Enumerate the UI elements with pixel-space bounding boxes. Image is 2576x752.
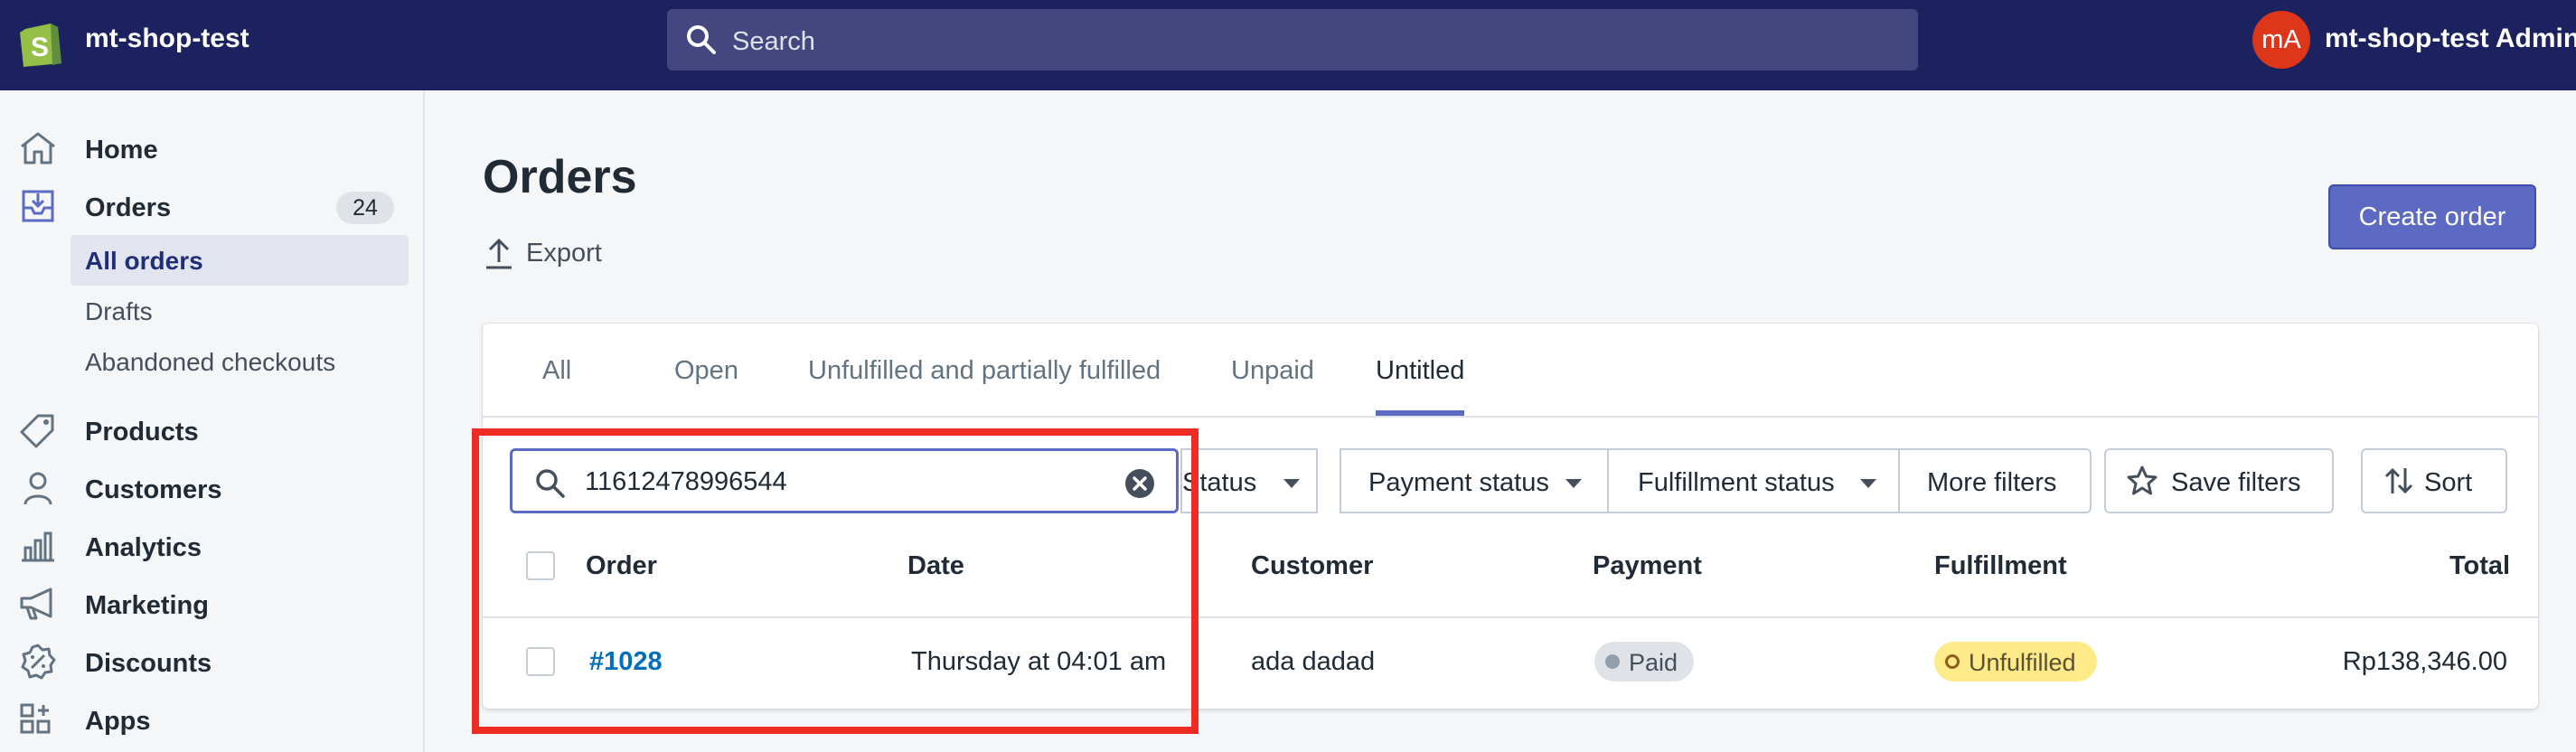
sidebar-subitem-label: All orders <box>85 247 203 275</box>
tab-open[interactable]: Open <box>674 356 738 416</box>
person-icon <box>24 472 52 505</box>
filter-label: Fulfillment status <box>1638 468 1835 497</box>
sidebar-item-label: Home <box>85 136 158 164</box>
column-header-total[interactable]: Total <box>2449 551 2510 581</box>
payment-status-badge: Paid <box>1594 642 1694 682</box>
discount-icon <box>21 644 56 680</box>
svg-text:S: S <box>31 33 49 62</box>
status-dot-icon <box>1605 654 1620 669</box>
chevron-down-icon <box>1860 479 1876 488</box>
save-filters-label: Save filters <box>2171 468 2301 497</box>
sort-icon <box>2384 467 2413 494</box>
filter-label: More filters <box>1927 468 2057 497</box>
apps-icon <box>20 703 51 734</box>
chevron-down-icon <box>1565 479 1582 488</box>
tag-icon <box>20 414 54 448</box>
sidebar-subitem-label: Abandoned checkouts <box>85 348 336 376</box>
status-filter-button[interactable]: Status <box>1180 448 1318 513</box>
save-filters-button[interactable]: Save filters <box>2104 448 2334 513</box>
fulfillment-status-badge: Unfulfilled <box>1934 642 2097 682</box>
orders-icon <box>22 190 54 222</box>
export-icon <box>486 238 512 269</box>
fulfillment-status-filter-button[interactable]: Fulfillment status <box>1607 448 1900 513</box>
sidebar-item-apps[interactable]: Apps <box>0 694 425 745</box>
sidebar-item-label: Customers <box>85 475 222 504</box>
sidebar-subitem-abandoned-checkouts[interactable]: Abandoned checkouts <box>71 336 409 387</box>
status-ring-icon <box>1945 654 1960 669</box>
sidebar-item-products[interactable]: Products <box>0 405 425 456</box>
sort-label: Sort <box>2424 468 2473 497</box>
tab-untitled[interactable]: Untitled <box>1376 356 1465 416</box>
sidebar-item-label: Discounts <box>85 649 212 678</box>
fulfillment-status-label: Unfulfilled <box>1969 649 2076 676</box>
payment-status-label: Paid <box>1629 649 1678 676</box>
sidebar-item-discounts[interactable]: Discounts <box>0 636 425 687</box>
highlight-box <box>472 428 1199 734</box>
search-icon <box>687 25 716 54</box>
star-icon <box>2127 465 2158 495</box>
tab-divider <box>483 416 2538 418</box>
shopify-logo-icon[interactable]: S <box>18 16 65 67</box>
sort-button[interactable]: Sort <box>2361 448 2507 513</box>
create-order-button[interactable]: Create order <box>2328 184 2536 249</box>
customer-name: ada dadad <box>1251 647 1376 676</box>
orders-count-badge: 24 <box>336 192 394 224</box>
top-bar: S mt-shop-test Search mA mt-shop-test Ad… <box>0 0 2576 90</box>
tab-all[interactable]: All <box>542 356 571 416</box>
sidebar-item-customers[interactable]: Customers <box>0 463 425 513</box>
sidebar-subitem-label: Drafts <box>85 297 153 325</box>
sidebar-item-home[interactable]: Home <box>0 123 425 174</box>
tab-unfulfilled[interactable]: Unfulfilled and partially fulfilled <box>808 356 1161 416</box>
sidebar-subitem-all-orders[interactable]: All orders <box>71 235 409 286</box>
admin-name[interactable]: mt-shop-test Admin <box>2325 24 2576 54</box>
search-placeholder: Search <box>732 27 815 56</box>
sidebar-item-analytics[interactable]: Analytics <box>0 521 425 571</box>
column-header-payment[interactable]: Payment <box>1593 551 1702 581</box>
shop-name[interactable]: mt-shop-test <box>85 24 249 54</box>
megaphone-icon <box>20 588 52 620</box>
bar-chart-icon <box>22 531 54 562</box>
more-filters-button[interactable]: More filters <box>1898 448 2092 513</box>
sidebar-item-label: Apps <box>85 707 151 736</box>
filter-label: Payment status <box>1368 468 1549 497</box>
export-label: Export <box>526 239 602 268</box>
column-header-customer[interactable]: Customer <box>1251 551 1373 581</box>
column-header-fulfillment[interactable]: Fulfillment <box>1934 551 2067 581</box>
sidebar-item-label: Marketing <box>85 591 209 620</box>
avatar[interactable]: mA <box>2252 11 2310 69</box>
page-title: Orders <box>483 151 637 203</box>
global-search-input[interactable]: Search <box>667 9 1918 70</box>
sidebar-item-label: Orders <box>85 193 172 222</box>
tab-unpaid[interactable]: Unpaid <box>1231 356 1314 416</box>
payment-status-filter-button[interactable]: Payment status <box>1340 448 1611 513</box>
home-icon <box>21 132 55 164</box>
chevron-down-icon <box>1283 479 1300 488</box>
sidebar-item-label: Products <box>85 418 199 446</box>
sidebar-item-label: Analytics <box>85 533 202 562</box>
order-total: Rp138,346.00 <box>2342 647 2507 676</box>
sidebar-item-marketing[interactable]: Marketing <box>0 578 425 629</box>
sidebar-subitem-drafts[interactable]: Drafts <box>71 286 409 336</box>
sidebar: Home Orders 24 All orders Drafts Abandon… <box>0 90 425 752</box>
